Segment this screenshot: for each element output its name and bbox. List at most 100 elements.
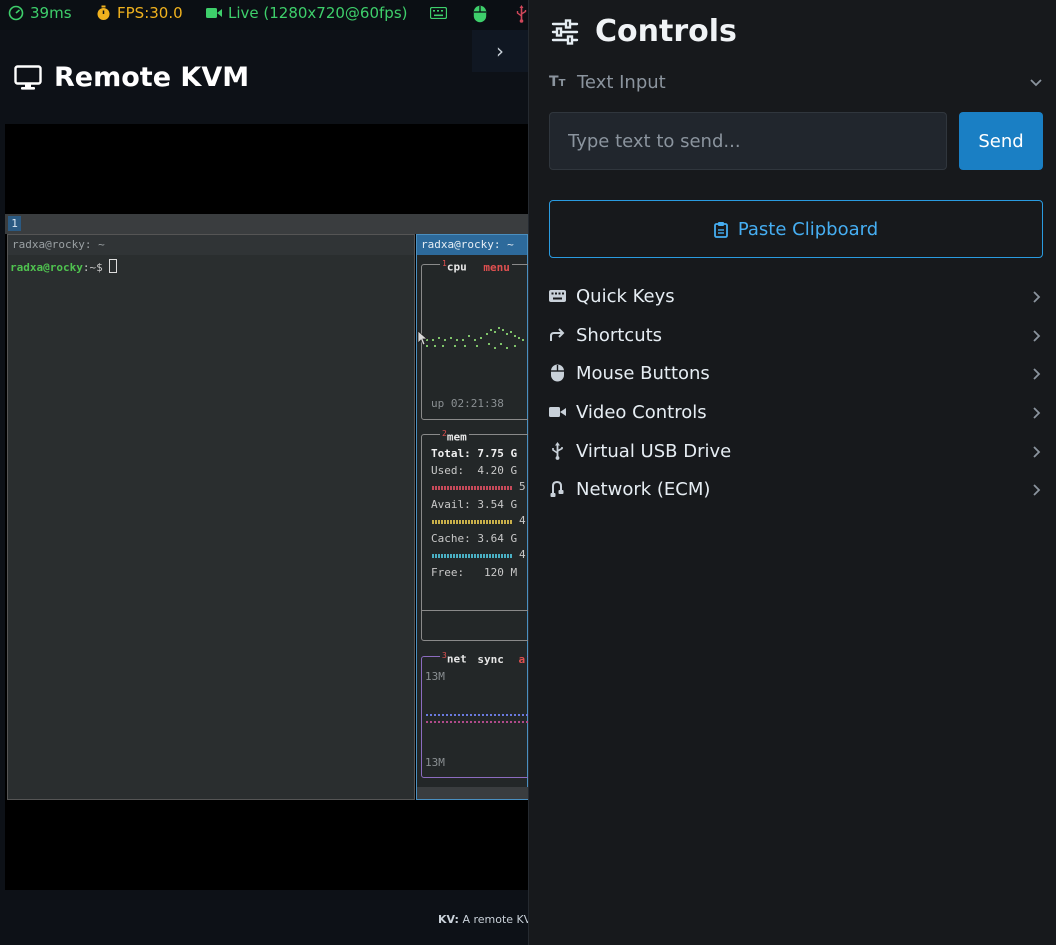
text-to-send-input[interactable] [549, 112, 947, 170]
mem-box-label: mem [446, 430, 467, 444]
redirect-arrow-icon [550, 328, 565, 341]
chevron-right-icon [1033, 446, 1041, 458]
usb-icon [552, 442, 563, 460]
page-title: Remote KVM [14, 62, 249, 93]
keyboard-icon [549, 290, 566, 302]
chevron-right-icon [1033, 368, 1041, 380]
net-bottom-scale: 13M [425, 756, 445, 769]
mem-avail-pct: 4 [519, 514, 526, 527]
video-camera-icon [206, 8, 222, 18]
prompt-user: radxa@rocky [10, 261, 83, 274]
latency-value: 39ms [30, 4, 72, 22]
controls-panel: Controls TT Text Input Send Paste Clipbo… [528, 0, 1056, 945]
fps-indicator: FPS:30.0 [96, 4, 183, 22]
clipboard-icon [713, 221, 728, 238]
mouse-status[interactable] [473, 5, 487, 23]
right-terminal-title: radxa@rocky: ~ [417, 235, 527, 255]
remote-video-viewport[interactable]: 1 radxa@rocky: ~ radxa@rocky:~$ radxa@ro… [5, 124, 528, 890]
chevron-right-icon [1033, 484, 1041, 496]
stream-status-text: Live (1280x720@60fps) [228, 4, 408, 22]
cpu-menu-label: menu [483, 260, 510, 274]
net-upload-line [426, 721, 528, 723]
keyboard-icon [430, 7, 447, 19]
mem-avail-bar [432, 520, 512, 524]
net-box-label: net [446, 652, 467, 666]
footer-text: KV: A remote KV [438, 913, 531, 926]
mouse-icon [551, 364, 564, 382]
workspace-tag: 1 [8, 216, 21, 231]
monitor-icon [14, 64, 42, 90]
stream-status: Live (1280x720@60fps) [206, 4, 408, 22]
workspace-bar [5, 214, 528, 234]
text-input-section-label: Text Input [577, 71, 666, 93]
keyboard-status[interactable] [430, 7, 447, 19]
mem-total: Total: 7.75 G [431, 447, 518, 460]
chevron-right-icon [1033, 407, 1041, 419]
page-title-text: Remote KVM [54, 62, 250, 93]
section-virtual-usb-drive[interactable]: Virtual USB Drive [549, 438, 1043, 464]
section-label: Network (ECM) [576, 478, 711, 500]
section-quick-keys[interactable]: Quick Keys [549, 283, 1043, 309]
net-sync-label: sync [477, 652, 504, 666]
section-video-controls[interactable]: Video Controls [549, 399, 1043, 425]
mem-free: Free: 120 M [431, 566, 518, 579]
network-icon [550, 480, 564, 497]
mouse-icon [473, 5, 487, 23]
fps-value: FPS:30.0 [117, 4, 183, 22]
net-download-line [426, 714, 528, 716]
left-terminal[interactable]: radxa@rocky: ~ radxa@rocky:~$ [7, 234, 415, 800]
net-auto-label: a [518, 652, 526, 666]
prompt-path: :~$ [82, 261, 110, 274]
net-top-scale: 13M [425, 670, 445, 683]
paste-clipboard-label: Paste Clipboard [737, 218, 879, 240]
section-shortcuts[interactable]: Shortcuts [549, 322, 1043, 348]
mem-box: 2mem Total: 7.75 G Used: 4.20 G 5 Avail:… [421, 429, 528, 641]
text-format-icon: TT [549, 74, 566, 90]
net-box: 3net sync a 13M 13M [421, 651, 528, 778]
cpu-graph [426, 327, 524, 349]
cpu-box: 1cpu menu up 02:21:38 [421, 259, 528, 420]
mem-used-bar [432, 486, 512, 490]
right-terminal[interactable]: radxa@rocky: ~ 1cpu menu up 02:21:38 2me… [416, 234, 528, 800]
usb-icon [516, 5, 527, 23]
stopwatch-icon [97, 5, 110, 20]
section-label: Video Controls [576, 401, 707, 423]
mem-cache-bar [432, 554, 512, 558]
mem-used: Used: 4.20 G [431, 464, 518, 477]
paste-clipboard-button[interactable]: Paste Clipboard [549, 200, 1043, 258]
status-bar: 39ms FPS:30.0 Live (1280x720@60fps) [0, 0, 528, 30]
section-label: Virtual USB Drive [576, 440, 732, 462]
chevron-right-icon [1033, 330, 1041, 342]
sliders-icon [551, 18, 579, 45]
section-mouse-buttons[interactable]: Mouse Buttons [549, 360, 1043, 386]
mem-cache: Cache: 3.64 G [431, 532, 518, 545]
mem-cache-pct: 4 [519, 548, 526, 561]
shell-prompt: radxa@rocky:~$ [10, 259, 118, 274]
section-label: Shortcuts [576, 324, 663, 346]
uptime-label: up 02:21:38 [431, 397, 504, 410]
video-camera-icon [549, 407, 566, 417]
controls-title: Controls [595, 14, 737, 49]
send-button[interactable]: Send [959, 112, 1043, 170]
mem-avail: Avail: 3.54 G [431, 498, 518, 511]
mouse-pointer-icon [417, 330, 427, 346]
section-label: Mouse Buttons [576, 362, 710, 384]
left-terminal-title: radxa@rocky: ~ [8, 235, 414, 255]
chevron-right-icon [1033, 291, 1041, 303]
chevron-right-icon: › [496, 39, 504, 63]
footer-description: A remote KV [462, 913, 532, 926]
mem-used-pct: 5 [519, 480, 526, 493]
chevron-down-icon [1030, 79, 1042, 87]
usb-status[interactable] [516, 5, 527, 23]
speedometer-icon [8, 5, 24, 21]
collapse-panel-button[interactable]: › [472, 30, 528, 72]
footer-bold: KV: [438, 913, 459, 926]
text-input-section-header[interactable]: TT Text Input [549, 69, 1043, 95]
section-label: Quick Keys [576, 285, 675, 307]
section-network-ecm[interactable]: Network (ECM) [549, 476, 1043, 502]
controls-header: Controls [551, 14, 737, 49]
latency-indicator: 39ms [8, 4, 72, 22]
terminal-cursor [109, 259, 118, 273]
right-terminal-statusline [417, 787, 528, 799]
cpu-box-label: cpu [446, 260, 467, 274]
